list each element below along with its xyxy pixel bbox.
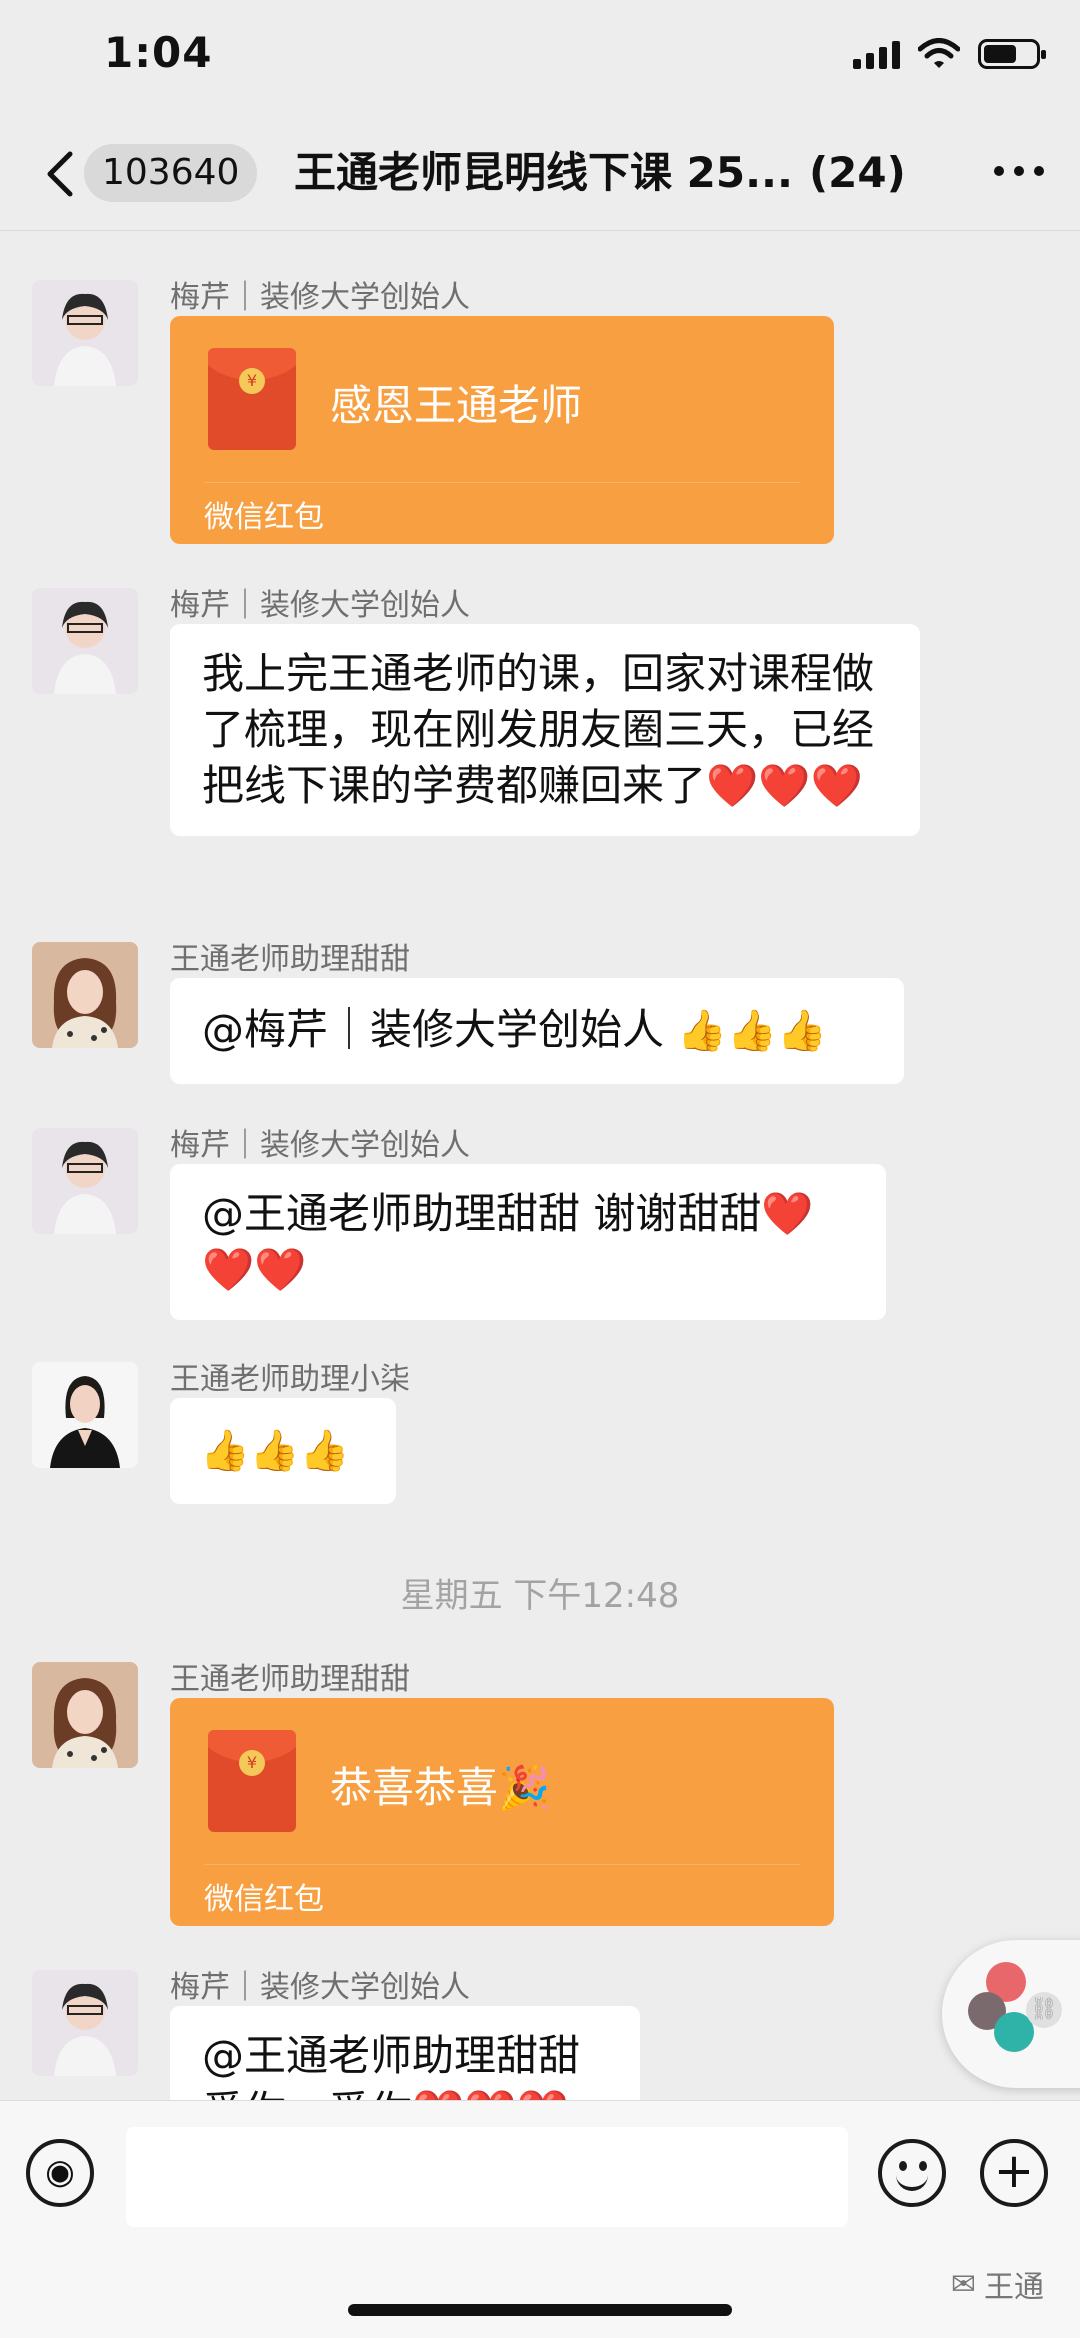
cellular-signal-icon xyxy=(853,39,900,69)
red-packet-bubble[interactable]: ¥ 恭喜恭喜🎉 微信红包 xyxy=(170,1698,834,1926)
home-indicator[interactable] xyxy=(348,2304,732,2316)
sender-name: 梅芹｜装修大学创始人 xyxy=(170,1128,470,1163)
message-input-bar: ◉ + xyxy=(0,2100,1080,2338)
chat-message-list[interactable]: 梅芹｜装修大学创始人 ¥ 感恩王通老师 微信红包 梅芹｜装修大学创始人 我上完王… xyxy=(0,232,1080,2100)
sender-name: 王通老师助理甜甜 xyxy=(170,1662,410,1697)
message-input[interactable] xyxy=(126,2127,848,2227)
red-envelope-icon: ¥ xyxy=(208,348,296,450)
sender-name: 梅芹｜装修大学创始人 xyxy=(170,588,470,623)
red-packet-greeting: 感恩王通老师 xyxy=(330,381,583,430)
text-bubble[interactable]: @王通老师助理甜甜 谢谢甜甜❤️❤️❤️ xyxy=(170,1164,886,1320)
avatar[interactable] xyxy=(32,942,138,1048)
thumbs-up-emoji: 👍👍👍 xyxy=(677,1008,827,1054)
avatar[interactable] xyxy=(32,1362,138,1468)
text-bubble[interactable]: @王通老师助理甜甜 爱你，爱你❤️❤️❤️ xyxy=(170,2006,640,2100)
heart-emoji: ❤️❤️❤️ xyxy=(412,2087,569,2100)
red-packet-bubble[interactable]: ¥ 感恩王通老师 微信红包 xyxy=(170,316,834,544)
heart-emoji: ❤️❤️❤️ xyxy=(706,761,863,810)
sender-name: 王通老师助理甜甜 xyxy=(170,942,410,977)
chat-header: 103640 王通老师昆明线下课 25... (24) xyxy=(0,120,1080,231)
avatar[interactable] xyxy=(32,280,138,386)
thumbs-up-emoji: 👍👍👍 xyxy=(200,1428,350,1474)
back-chevron-icon[interactable] xyxy=(38,148,86,200)
message-text-line2: 爱你，爱你 xyxy=(202,2087,412,2100)
time-divider: 星期五 下午12:48 xyxy=(400,1576,680,1616)
floating-window-widget[interactable]: ⛓ xyxy=(942,1940,1080,2088)
sender-name: 梅芹｜装修大学创始人 xyxy=(170,280,470,315)
link-icon: ⛓ xyxy=(1026,1992,1062,2028)
sender-name: 王通老师助理小柒 xyxy=(170,1362,410,1397)
avatar[interactable] xyxy=(32,1128,138,1234)
emoji-icon[interactable] xyxy=(878,2139,946,2207)
avatar[interactable] xyxy=(32,1970,138,2076)
voice-input-icon[interactable]: ◉ xyxy=(26,2139,94,2207)
text-bubble[interactable]: @梅芹｜装修大学创始人 👍👍👍 xyxy=(170,978,904,1084)
battery-icon xyxy=(978,39,1046,69)
status-time: 1:04 xyxy=(104,28,213,77)
message-text: @梅芹｜装修大学创始人 xyxy=(202,1005,678,1054)
wifi-icon xyxy=(918,38,960,68)
group-title[interactable]: 王通老师昆明线下课 25... (24) xyxy=(294,144,906,202)
status-bar: 1:04 xyxy=(0,0,1080,120)
avatar[interactable] xyxy=(32,1662,138,1768)
unread-count-badge[interactable]: 103640 xyxy=(84,144,258,202)
add-more-icon[interactable]: + xyxy=(980,2139,1048,2207)
more-options-icon[interactable] xyxy=(994,166,1044,176)
watermark-text: 王通 xyxy=(984,2270,1044,2305)
group-name: 王通老师昆明线下课 25... xyxy=(294,148,793,197)
red-packet-footer: 微信红包 xyxy=(204,1882,324,1917)
sender-name: 梅芹｜装修大学创始人 xyxy=(170,1970,470,2005)
message-text: @王通老师助理甜甜 xyxy=(202,2031,581,2080)
status-icons xyxy=(853,38,1046,70)
wechat-logo-icon: ✉ xyxy=(950,2266,976,2302)
text-bubble[interactable]: 👍👍👍 xyxy=(170,1398,396,1504)
text-bubble[interactable]: 我上完王通老师的课，回家对课程做了梳理，现在刚发朋友圈三天，已经把线下课的学费都… xyxy=(170,624,920,836)
message-text: @王通老师助理甜甜 谢谢甜甜 xyxy=(202,1189,762,1238)
avatar[interactable] xyxy=(32,588,138,694)
member-count: (24) xyxy=(808,148,906,197)
red-packet-footer: 微信红包 xyxy=(204,500,324,535)
watermark: ✉ 王通 xyxy=(951,2262,1044,2306)
red-envelope-icon: ¥ xyxy=(208,1730,296,1832)
red-packet-greeting: 恭喜恭喜🎉 xyxy=(330,1763,551,1812)
